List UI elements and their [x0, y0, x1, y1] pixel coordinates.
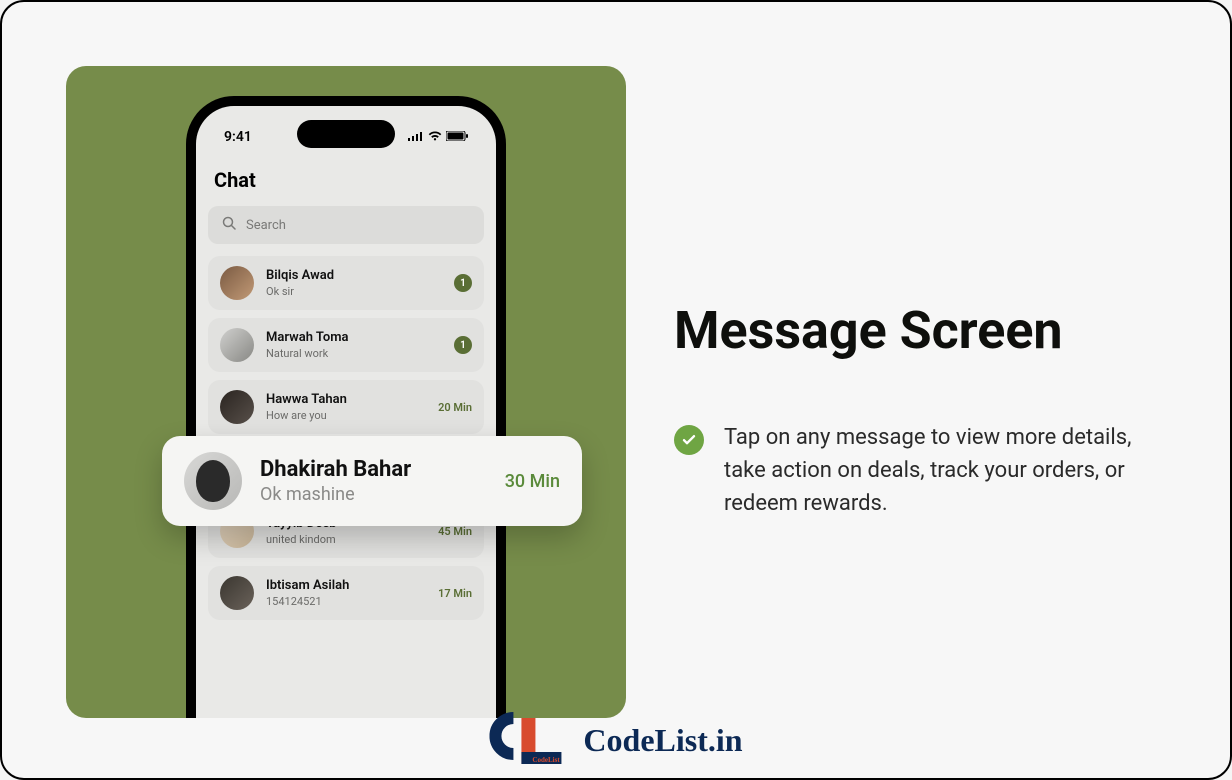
bullet-text: Tap on any message to view more details,… [724, 421, 1144, 520]
avatar [220, 266, 254, 300]
brand-logo: CodeList [489, 712, 575, 768]
search-input[interactable]: Search [208, 206, 484, 244]
chat-name: Hawwa Tahan [266, 392, 426, 407]
section-heading: Message Screen [674, 300, 1144, 361]
chat-message: united kindom [266, 533, 426, 546]
chat-row-highlighted[interactable]: Dhakirah Bahar Ok mashine 30 Min [162, 436, 582, 526]
unread-badge: 1 [454, 336, 472, 354]
chat-name: Dhakirah Bahar [260, 457, 487, 482]
chat-message: 154124521 [266, 595, 426, 608]
notch [297, 120, 395, 148]
phone-screen: 9:41 Chat [196, 106, 496, 718]
chat-text: Hawwa Tahan How are you [266, 392, 426, 422]
chat-row[interactable]: Hawwa Tahan How are you 20 Min [208, 380, 484, 434]
right-column: Message Screen Tap on any message to vie… [674, 66, 1144, 778]
chat-text: Marwah Toma Natural work [266, 330, 442, 360]
avatar [220, 576, 254, 610]
chat-time: 45 Min [438, 525, 472, 538]
chat-name: Ibtisam Asilah [266, 578, 426, 593]
mockup-panel: 9:41 Chat [66, 66, 626, 718]
chat-time: 20 Min [438, 401, 472, 414]
chat-message: Ok sir [266, 285, 442, 298]
signal-icon [408, 129, 424, 145]
feature-bullet: Tap on any message to view more details,… [674, 421, 1144, 520]
unread-badge: 1 [454, 274, 472, 292]
brand-name: CodeList.in [583, 722, 742, 759]
chat-time: 30 Min [505, 471, 560, 492]
avatar [220, 328, 254, 362]
chat-name: Marwah Toma [266, 330, 442, 345]
svg-text:CodeList: CodeList [532, 756, 560, 764]
chat-row[interactable]: Bilqis Awad Ok sir 1 [208, 256, 484, 310]
check-icon [674, 425, 704, 455]
brand-footer: CodeList CodeList.in [489, 712, 742, 768]
search-placeholder: Search [246, 218, 286, 233]
status-indicators [408, 129, 468, 145]
page-frame: 9:41 Chat [0, 0, 1232, 780]
chat-message: How are you [266, 409, 426, 422]
phone-frame: 9:41 Chat [186, 96, 506, 718]
chat-text: Dhakirah Bahar Ok mashine [260, 457, 487, 505]
chat-message: Ok mashine [260, 484, 487, 505]
chat-row[interactable]: Ibtisam Asilah 154124521 17 Min [208, 566, 484, 620]
chat-text: Bilqis Awad Ok sir [266, 268, 442, 298]
search-icon [222, 216, 236, 234]
chat-row[interactable]: Marwah Toma Natural work 1 [208, 318, 484, 372]
avatar [220, 390, 254, 424]
avatar [184, 452, 242, 510]
chat-message: Natural work [266, 347, 442, 360]
chat-time: 17 Min [438, 587, 472, 600]
chat-text: Ibtisam Asilah 154124521 [266, 578, 426, 608]
chat-title: Chat [208, 150, 484, 206]
chat-name: Bilqis Awad [266, 268, 442, 283]
status-time: 9:41 [224, 129, 252, 145]
layout: 9:41 Chat [2, 2, 1230, 778]
battery-icon [446, 129, 468, 145]
wifi-icon [428, 129, 442, 145]
